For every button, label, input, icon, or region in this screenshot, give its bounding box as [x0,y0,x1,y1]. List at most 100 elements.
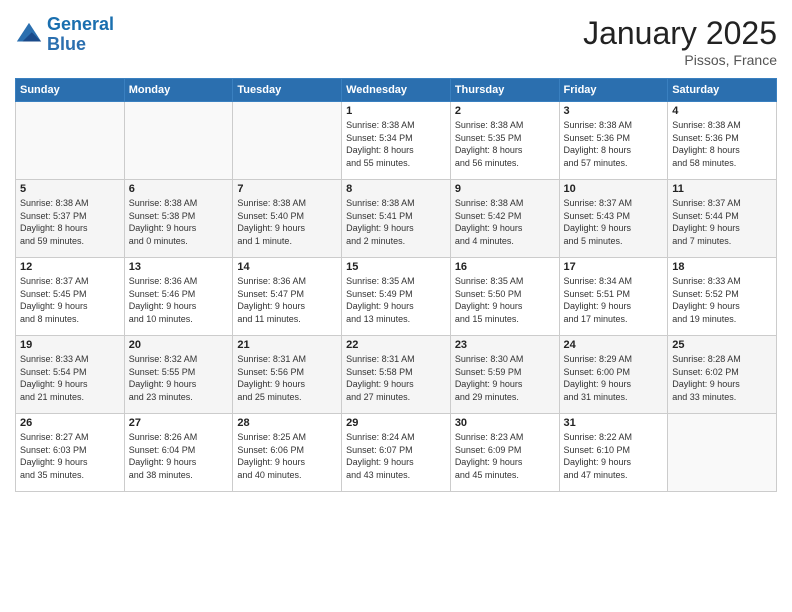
day-number: 24 [564,339,664,351]
day-number: 5 [20,183,120,195]
day-number: 27 [129,417,229,429]
logo-line1: General [47,14,114,34]
day-cell [233,102,342,180]
day-cell: 18 Sunrise: 8:33 AM Sunset: 5:52 PM Dayli… [668,258,777,336]
day-cell: 12Sunrise: 8:37 AM Sunset: 5:45 PM Dayli… [16,258,125,336]
calendar-table: SundayMondayTuesdayWednesdayThursdayFrid… [15,78,777,492]
day-number: 17 [564,261,664,273]
day-info: Sunrise: 8:37 AM Sunset: 5:44 PM Dayligh… [672,197,772,247]
day-number: 22 [346,339,446,351]
day-info: Sunrise: 8:36 AM Sunset: 5:47 PM Dayligh… [237,275,337,325]
day-cell: 20 Sunrise: 8:32 AM Sunset: 5:55 PM Dayli… [124,336,233,414]
day-info: Sunrise: 8:38 AM Sunset: 5:38 PM Dayligh… [129,197,229,247]
day-info: Sunrise: 8:38 AM Sunset: 5:37 PM Dayligh… [20,197,120,247]
day-info: Sunrise: 8:36 AM Sunset: 5:46 PM Dayligh… [129,275,229,325]
day-number: 6 [129,183,229,195]
day-number: 7 [237,183,337,195]
day-cell: 8 Sunrise: 8:38 AM Sunset: 5:41 PM Daylig… [342,180,451,258]
day-cell: 15Sunrise: 8:35 AM Sunset: 5:49 PM Dayli… [342,258,451,336]
day-number: 28 [237,417,337,429]
location: Pissos, France [583,52,777,68]
day-number: 19 [20,339,120,351]
header: General Blue January 2025 Pissos, France [15,15,777,68]
logo-icon [15,21,43,49]
header-cell-sunday: Sunday [16,79,125,102]
day-number: 15 [346,261,446,273]
day-cell: 11Sunrise: 8:37 AM Sunset: 5:44 PM Dayli… [668,180,777,258]
title-block: January 2025 Pissos, France [583,15,777,68]
day-cell: 30 Sunrise: 8:23 AM Sunset: 6:09 PM Dayli… [450,414,559,492]
day-info: Sunrise: 8:27 AM Sunset: 6:03 PM Dayligh… [20,431,120,481]
day-info: Sunrise: 8:37 AM Sunset: 5:45 PM Dayligh… [20,275,120,325]
day-number: 18 [672,261,772,273]
day-info: Sunrise: 8:33 AM Sunset: 5:52 PM Dayligh… [672,275,772,325]
day-cell: 23 Sunrise: 8:30 AM Sunset: 5:59 PM Dayli… [450,336,559,414]
day-info: Sunrise: 8:23 AM Sunset: 6:09 PM Dayligh… [455,431,555,481]
day-number: 30 [455,417,555,429]
day-cell: 10 Sunrise: 8:37 AM Sunset: 5:43 PM Dayli… [559,180,668,258]
month-title: January 2025 [583,15,777,52]
day-cell: 14 Sunrise: 8:36 AM Sunset: 5:47 PM Dayli… [233,258,342,336]
week-row-3: 12Sunrise: 8:37 AM Sunset: 5:45 PM Dayli… [16,258,777,336]
day-cell: 27Sunrise: 8:26 AM Sunset: 6:04 PM Dayli… [124,414,233,492]
header-cell-friday: Friday [559,79,668,102]
day-info: Sunrise: 8:38 AM Sunset: 5:35 PM Dayligh… [455,119,555,169]
page: General Blue January 2025 Pissos, France… [0,0,792,612]
day-info: Sunrise: 8:30 AM Sunset: 5:59 PM Dayligh… [455,353,555,403]
logo-text: General Blue [47,15,114,55]
day-number: 16 [455,261,555,273]
day-cell: 25 Sunrise: 8:28 AM Sunset: 6:02 PM Dayli… [668,336,777,414]
day-cell: 9 Sunrise: 8:38 AM Sunset: 5:42 PM Daylig… [450,180,559,258]
day-info: Sunrise: 8:37 AM Sunset: 5:43 PM Dayligh… [564,197,664,247]
day-cell: 22 Sunrise: 8:31 AM Sunset: 5:58 PM Dayli… [342,336,451,414]
day-info: Sunrise: 8:38 AM Sunset: 5:34 PM Dayligh… [346,119,446,169]
header-cell-wednesday: Wednesday [342,79,451,102]
header-row: SundayMondayTuesdayWednesdayThursdayFrid… [16,79,777,102]
day-cell: 16 Sunrise: 8:35 AM Sunset: 5:50 PM Dayli… [450,258,559,336]
day-info: Sunrise: 8:31 AM Sunset: 5:58 PM Dayligh… [346,353,446,403]
day-number: 9 [455,183,555,195]
day-info: Sunrise: 8:28 AM Sunset: 6:02 PM Dayligh… [672,353,772,403]
day-cell: 29Sunrise: 8:24 AM Sunset: 6:07 PM Dayli… [342,414,451,492]
day-cell: 7Sunrise: 8:38 AM Sunset: 5:40 PM Daylig… [233,180,342,258]
day-info: Sunrise: 8:38 AM Sunset: 5:42 PM Dayligh… [455,197,555,247]
day-cell: 3 Sunrise: 8:38 AM Sunset: 5:36 PM Daylig… [559,102,668,180]
day-number: 8 [346,183,446,195]
day-info: Sunrise: 8:35 AM Sunset: 5:50 PM Dayligh… [455,275,555,325]
day-number: 25 [672,339,772,351]
day-cell: 19Sunrise: 8:33 AM Sunset: 5:54 PM Dayli… [16,336,125,414]
day-number: 21 [237,339,337,351]
day-cell: 1Sunrise: 8:38 AM Sunset: 5:34 PM Daylig… [342,102,451,180]
day-cell: 13 Sunrise: 8:36 AM Sunset: 5:46 PM Dayli… [124,258,233,336]
day-cell: 28 Sunrise: 8:25 AM Sunset: 6:06 PM Dayli… [233,414,342,492]
week-row-5: 26Sunrise: 8:27 AM Sunset: 6:03 PM Dayli… [16,414,777,492]
day-info: Sunrise: 8:38 AM Sunset: 5:41 PM Dayligh… [346,197,446,247]
week-row-2: 5 Sunrise: 8:38 AM Sunset: 5:37 PM Daylig… [16,180,777,258]
day-info: Sunrise: 8:34 AM Sunset: 5:51 PM Dayligh… [564,275,664,325]
logo-line2: Blue [47,34,86,54]
day-cell: 6 Sunrise: 8:38 AM Sunset: 5:38 PM Daylig… [124,180,233,258]
day-cell [668,414,777,492]
day-info: Sunrise: 8:38 AM Sunset: 5:36 PM Dayligh… [564,119,664,169]
week-row-1: 1Sunrise: 8:38 AM Sunset: 5:34 PM Daylig… [16,102,777,180]
day-info: Sunrise: 8:29 AM Sunset: 6:00 PM Dayligh… [564,353,664,403]
day-number: 3 [564,105,664,117]
day-info: Sunrise: 8:31 AM Sunset: 5:56 PM Dayligh… [237,353,337,403]
day-info: Sunrise: 8:22 AM Sunset: 6:10 PM Dayligh… [564,431,664,481]
week-row-4: 19Sunrise: 8:33 AM Sunset: 5:54 PM Dayli… [16,336,777,414]
day-number: 10 [564,183,664,195]
day-number: 14 [237,261,337,273]
day-number: 13 [129,261,229,273]
header-cell-saturday: Saturday [668,79,777,102]
day-number: 2 [455,105,555,117]
day-info: Sunrise: 8:25 AM Sunset: 6:06 PM Dayligh… [237,431,337,481]
header-cell-monday: Monday [124,79,233,102]
header-cell-thursday: Thursday [450,79,559,102]
day-info: Sunrise: 8:32 AM Sunset: 5:55 PM Dayligh… [129,353,229,403]
day-number: 23 [455,339,555,351]
day-cell: 17 Sunrise: 8:34 AM Sunset: 5:51 PM Dayli… [559,258,668,336]
day-cell [16,102,125,180]
day-number: 20 [129,339,229,351]
day-cell: 4Sunrise: 8:38 AM Sunset: 5:36 PM Daylig… [668,102,777,180]
day-info: Sunrise: 8:24 AM Sunset: 6:07 PM Dayligh… [346,431,446,481]
